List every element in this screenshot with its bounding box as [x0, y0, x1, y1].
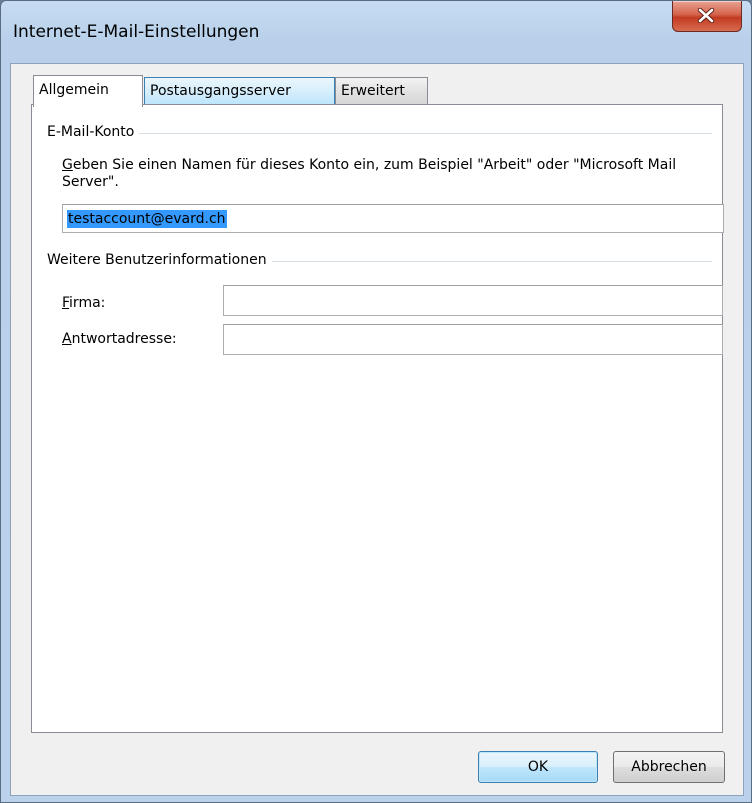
title-bar[interactable]: Internet-E-Mail-Einstellungen — [1, 1, 751, 63]
dialog-client-area: Allgemein Postausgangsserver Erweitert E… — [10, 63, 744, 796]
account-name-description: Geben Sie einen Namen für dieses Konto e… — [62, 157, 712, 191]
tab-label: Erweitert — [341, 83, 405, 99]
reply-address-input[interactable] — [223, 324, 723, 355]
account-name-input[interactable]: testaccount@evard.ch — [62, 204, 724, 233]
account-name-value: testaccount@evard.ch — [67, 210, 227, 228]
label-text: ntwortadresse: — [71, 331, 177, 347]
close-icon — [697, 8, 715, 23]
tab-label: Postausgangsserver — [150, 83, 291, 99]
tab-label: Allgemein — [39, 82, 109, 98]
window-title: Internet-E-Mail-Einstellungen — [13, 22, 260, 42]
company-input[interactable] — [223, 285, 723, 316]
dialog-window: Internet-E-Mail-Einstellungen Allgemein … — [0, 0, 752, 803]
company-label: Firma: — [62, 295, 105, 311]
cancel-button[interactable]: Abbrechen — [613, 751, 725, 783]
reply-address-label: Antwortadresse: — [62, 331, 177, 347]
mnemonic-letter: G — [62, 157, 73, 173]
mnemonic-letter: F — [62, 295, 70, 311]
description-text: eben Sie einen Namen für dieses Konto ei… — [62, 157, 677, 190]
tab-postausgangsserver[interactable]: Postausgangsserver — [144, 77, 335, 104]
group-line-email-account — [52, 133, 712, 135]
mnemonic-letter: A — [62, 331, 72, 347]
group-title-user-info: Weitere Benutzerinformationen — [47, 252, 272, 268]
close-button[interactable] — [672, 1, 742, 32]
ok-button[interactable]: OK — [478, 751, 598, 783]
tab-allgemein[interactable]: Allgemein — [33, 75, 143, 107]
group-title-email-account: E-Mail-Konto — [47, 124, 140, 140]
tab-panel-allgemein: E-Mail-Konto Geben Sie einen Namen für d… — [31, 104, 724, 733]
tab-erweitert[interactable]: Erweitert — [335, 77, 428, 104]
label-text: irma: — [69, 295, 106, 311]
